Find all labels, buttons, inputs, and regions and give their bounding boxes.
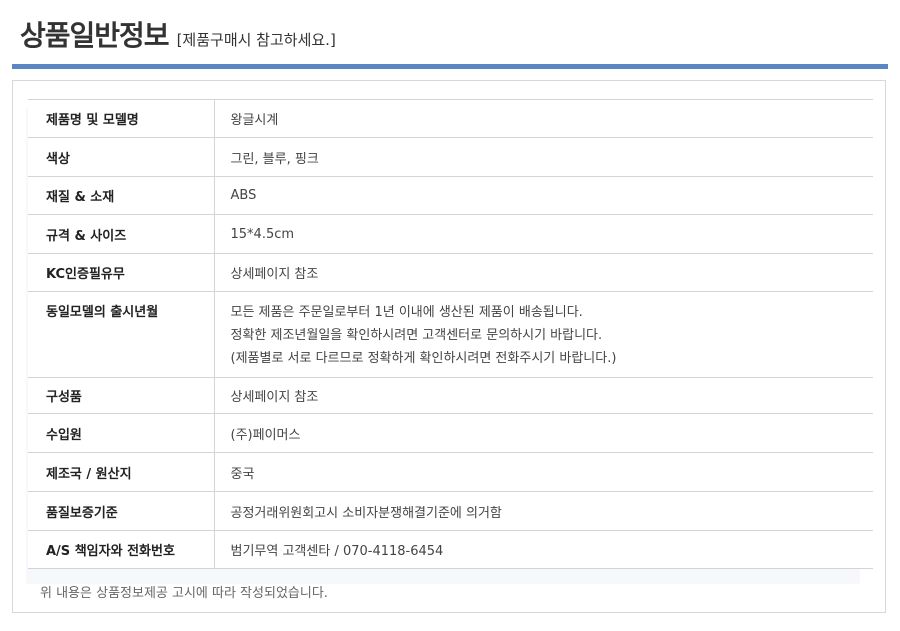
row-value: 상세페이지 참조 (214, 377, 873, 414)
table-row: 구성품 상세페이지 참조 (28, 377, 873, 414)
value-line: (제품별로 서로 다르므로 정확하게 확인하시려면 전화주시기 바랍니다.) (230, 351, 617, 366)
table-row: 수입원 (주)페이머스 (28, 413, 873, 453)
row-label: KC인증필유무 (28, 253, 215, 292)
table-row: 동일모델의 출시년월 모든 제품은 주문일로부터 1년 이내에 생산된 제품이 … (28, 291, 873, 378)
value-line: 정확한 제조년월일을 확인하시려면 고객센터로 문의하시기 바랍니다. (230, 328, 603, 343)
table-row: KC인증필유무 상세페이지 참조 (28, 253, 873, 292)
table-row: 재질 & 소재 ABS (28, 176, 873, 215)
table-row: 규격 & 사이즈 15*4.5cm (28, 214, 873, 254)
row-value: (주)페이머스 (214, 413, 873, 453)
row-label: 제품명 및 모델명 (28, 99, 215, 138)
page-header: 상품일반정보 [제품구매시 참고하세요.] (20, 14, 336, 54)
page-subtitle: [제품구매시 참고하세요.] (176, 31, 336, 49)
row-label: 품질보증기준 (28, 491, 215, 531)
page-title: 상품일반정보 (20, 19, 170, 52)
row-value: 범기무역 고객센타 / 070-4118-6454 (214, 530, 873, 569)
product-info-table: 제품명 및 모델명 왕글시계 색상 그린, 블루, 핑크 재질 & 소재 ABS… (28, 99, 873, 569)
row-label: 수입원 (28, 413, 215, 453)
row-label: 규격 & 사이즈 (28, 214, 215, 254)
row-value: 왕글시계 (214, 99, 873, 138)
row-value: 그린, 블루, 핑크 (214, 137, 873, 177)
footnote: 위 내용은 상품정보제공 고시에 따라 작성되었습니다. (40, 586, 328, 601)
row-value-multiline: 모든 제품은 주문일로부터 1년 이내에 생산된 제품이 배송됩니다. 정확한 … (214, 291, 873, 378)
row-label: 재질 & 소재 (28, 176, 215, 215)
row-label: 구성품 (28, 377, 215, 414)
row-value: 중국 (214, 452, 873, 492)
table-row: 제조국 / 원산지 중국 (28, 452, 873, 492)
table-row: A/S 책임자와 전화번호 범기무역 고객센타 / 070-4118-6454 (28, 530, 873, 569)
row-value: 공정거래위원회고시 소비자분쟁해결기준에 의거함 (214, 491, 873, 531)
row-label: 제조국 / 원산지 (28, 452, 215, 492)
title-divider (12, 64, 888, 69)
row-value: 15*4.5cm (214, 214, 873, 254)
row-value: ABS (214, 176, 873, 215)
row-label: 동일모델의 출시년월 (28, 291, 215, 378)
row-value: 상세페이지 참조 (214, 253, 873, 292)
row-label: 색상 (28, 137, 215, 177)
table-row: 제품명 및 모델명 왕글시계 (28, 99, 873, 138)
row-label: A/S 책임자와 전화번호 (28, 530, 215, 569)
value-line: 모든 제품은 주문일로부터 1년 이내에 생산된 제품이 배송됩니다. (230, 305, 583, 320)
table-row: 품질보증기준 공정거래위원회고시 소비자분쟁해결기준에 의거함 (28, 491, 873, 531)
table-row: 색상 그린, 블루, 핑크 (28, 137, 873, 177)
